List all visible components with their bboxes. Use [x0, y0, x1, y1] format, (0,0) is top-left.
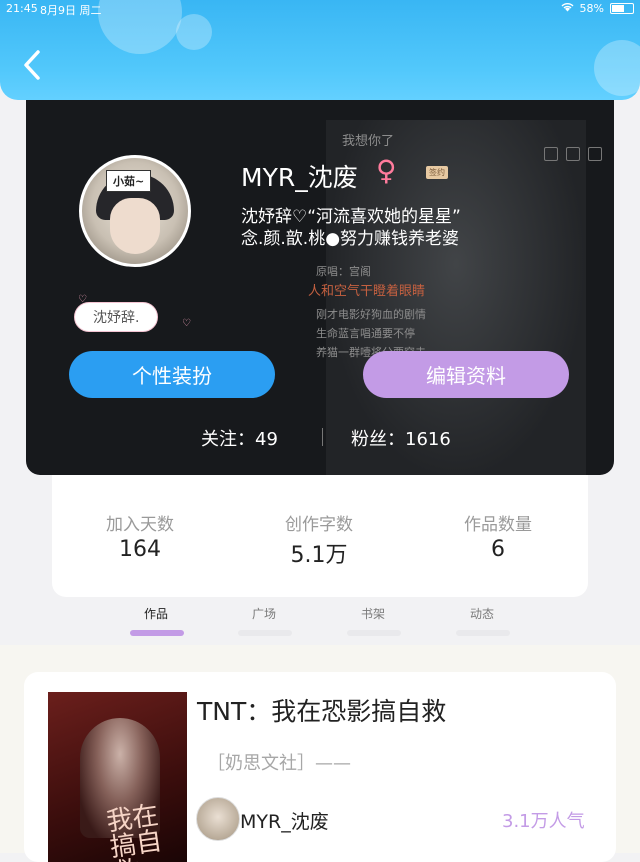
stats-card: 加入天数 164 创作字数 5.1万 作品数量 6	[52, 475, 588, 597]
background-lyric: 刚才电影好狗血的剧情	[316, 308, 426, 321]
stat-word-count: 创作字数 5.1万	[249, 510, 389, 569]
tab-square[interactable]: 广场	[252, 605, 276, 622]
signed-badge: 签约	[426, 166, 448, 179]
personalize-button[interactable]: 个性装扮	[69, 351, 275, 398]
back-button[interactable]	[18, 48, 50, 82]
book-popularity: 3.1万人气	[502, 811, 585, 832]
background-lyric: 生命蓝言唱通要不停	[316, 327, 415, 340]
background-lyric: 原唱：宫阁	[316, 265, 371, 278]
stat-join-days: 加入天数 164	[70, 510, 210, 562]
book-category: ［奶思文社］——	[207, 753, 351, 774]
stat-value: 164	[119, 537, 161, 562]
book-cover[interactable]: 我在搞自救	[48, 692, 187, 862]
background-lyric: 我想你了	[342, 134, 395, 149]
status-date: 8月9日 周二	[40, 4, 102, 17]
avatar-tag: 小茹~	[106, 170, 152, 192]
book-author: MYR_沈废	[240, 811, 329, 833]
stat-works-count: 作品数量 6	[428, 510, 568, 562]
status-time: 21:45	[6, 2, 38, 15]
female-icon: ♀	[376, 154, 397, 187]
header-bar: 21:45 8月9日 周二 58%	[0, 0, 640, 100]
book-title[interactable]: TNT：我在恐影搞自救	[197, 692, 446, 728]
battery-percent: 58%	[579, 2, 604, 15]
battery-icon	[610, 3, 634, 14]
edit-profile-button[interactable]: 编辑资料	[363, 351, 569, 398]
tab-bookshelf[interactable]: 书架	[361, 605, 385, 622]
bio-line-2: 念.颜.歆.桃●努力赚钱养老婆	[241, 229, 460, 249]
tab-indicator	[456, 630, 510, 636]
book-card[interactable]: 我在搞自救 TNT：我在恐影搞自救 ［奶思文社］—— MYR_沈废 3.1万人气	[24, 672, 616, 862]
stat-value: 6	[491, 537, 505, 562]
status-indicators: 58%	[561, 2, 634, 15]
wifi-icon	[561, 2, 574, 15]
chevron-left-icon	[24, 50, 40, 80]
stat-label: 创作字数	[285, 515, 353, 535]
username: MYR_沈废	[241, 163, 358, 192]
following-count[interactable]: 关注：49	[201, 425, 278, 451]
background-ui-icon	[566, 147, 580, 161]
tab-indicator	[130, 630, 184, 636]
avatar-face	[110, 198, 160, 254]
background-ui-icon	[588, 147, 602, 161]
background-ui-icon	[544, 147, 558, 161]
stat-value: 5.1万	[290, 543, 348, 568]
tab-indicator	[238, 630, 292, 636]
tab-indicator	[347, 630, 401, 636]
decor-bubble	[176, 14, 212, 50]
tab-activity[interactable]: 动态	[470, 605, 494, 622]
avatar[interactable]: 小茹~	[79, 155, 191, 267]
stat-label: 作品数量	[464, 515, 532, 535]
heart-decor-icon: ♡	[182, 318, 191, 329]
decor-bubble	[98, 0, 182, 54]
author-avatar	[196, 797, 240, 841]
followers-count[interactable]: 粉丝：1616	[351, 425, 451, 451]
divider	[322, 428, 323, 446]
stat-label: 加入天数	[106, 515, 174, 535]
profile-card: 我想你了 原唱：宫阁 人和空气干瞪着眼睛 刚才电影好狗血的剧情 生命蓝言唱通要不…	[26, 80, 614, 475]
nickname-badge: 沈妤辞.	[74, 302, 159, 332]
background-lyric: 人和空气干瞪着眼睛	[308, 284, 426, 299]
tab-works[interactable]: 作品	[144, 605, 168, 622]
decor-bubble	[594, 40, 640, 96]
